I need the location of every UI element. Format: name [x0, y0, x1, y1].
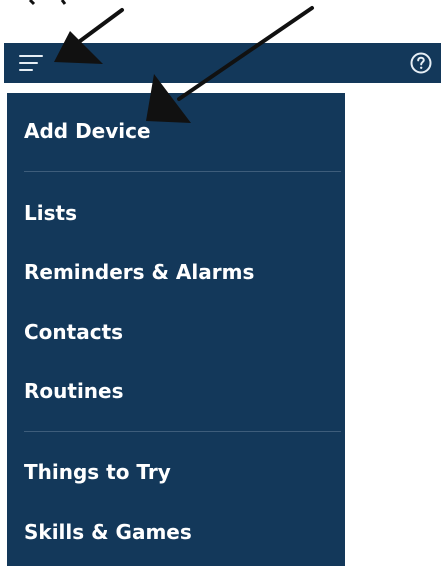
menu-line	[19, 55, 43, 57]
menu-divider	[24, 171, 341, 172]
help-circle-icon[interactable]	[409, 51, 433, 75]
menu-divider	[24, 431, 341, 432]
app-header	[4, 43, 441, 83]
menu-line	[19, 62, 38, 64]
menu-line	[19, 69, 33, 71]
menu-item-reminders-alarms[interactable]: Reminders & Alarms	[24, 260, 254, 284]
menu-item-routines[interactable]: Routines	[24, 379, 124, 403]
menu-item-add-device[interactable]: Add Device	[24, 119, 151, 143]
annotation-arrow-tail	[28, 0, 67, 6]
hamburger-menu-icon[interactable]	[19, 52, 45, 74]
menu-item-contacts[interactable]: Contacts	[24, 320, 123, 344]
navigation-drawer: Add Device Lists Reminders & Alarms Cont…	[7, 93, 345, 566]
menu-item-skills-games[interactable]: Skills & Games	[24, 520, 192, 544]
menu-item-things-to-try[interactable]: Things to Try	[24, 460, 171, 484]
menu-item-lists[interactable]: Lists	[24, 201, 77, 225]
annotation-arrow-shaft	[74, 8, 124, 46]
